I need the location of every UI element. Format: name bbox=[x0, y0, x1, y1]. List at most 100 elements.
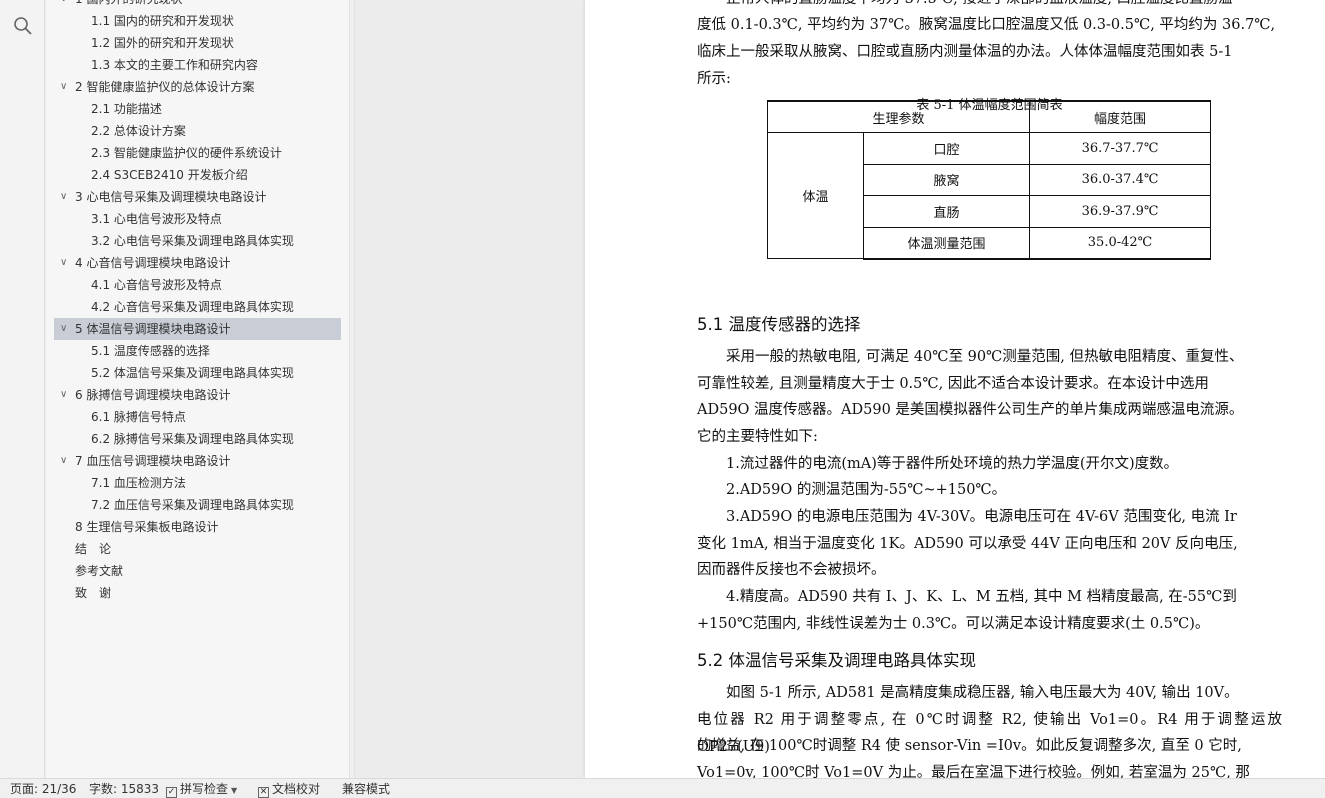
nav-item[interactable]: ∨ 3 心电信号采集及调理模块电路设计 bbox=[54, 186, 341, 208]
nav-item-label: 7.1 血压检测方法 bbox=[91, 476, 186, 490]
nav-item[interactable]: 5.2 体温信号采集及调理电路具体实现 bbox=[54, 362, 341, 384]
nav-item-label: 8 生理信号采集板电路设计 bbox=[75, 520, 219, 534]
nav-item[interactable]: 3.2 心电信号采集及调理电路具体实现 bbox=[54, 230, 341, 252]
nav-item-label: 2.3 智能健康监护仪的硬件系统设计 bbox=[91, 146, 282, 160]
nav-item-label: 7.2 血压信号采集及调理电路具体实现 bbox=[91, 498, 294, 512]
nav-item[interactable]: 6.1 脉搏信号特点 bbox=[54, 406, 341, 428]
nav-item[interactable]: 2.2 总体设计方案 bbox=[54, 120, 341, 142]
chevron-down-icon[interactable]: ∨ bbox=[60, 252, 72, 274]
nav-item-label: 5.1 温度传感器的选择 bbox=[91, 344, 210, 358]
heading-5-2: 5.2 体温信号采集及调理电路具体实现 bbox=[697, 651, 976, 670]
nav-item-label: 1.1 国内的研究和开发现状 bbox=[91, 14, 234, 28]
chevron-down-icon[interactable]: ∨ bbox=[60, 384, 72, 406]
temperature-table: 生理参数 幅度范围 体温 口腔 36.7-37.7℃ 腋窝 36.0-37.4℃… bbox=[767, 100, 1211, 260]
chevron-down-icon[interactable]: ∨ bbox=[60, 318, 72, 340]
table-cell-range: 35.0-42℃ bbox=[1029, 226, 1211, 260]
chevron-down-icon[interactable]: ∨ bbox=[60, 0, 72, 10]
chevron-down-icon[interactable]: ∨ bbox=[60, 450, 72, 472]
nav-item[interactable]: ∨ 6 脉搏信号调理模块电路设计 bbox=[54, 384, 341, 406]
nav-item[interactable]: 7.2 血压信号采集及调理电路具体实现 bbox=[54, 494, 341, 516]
para-5-1-line-4: 它的主要特性如下: bbox=[697, 429, 818, 445]
pane-splitter[interactable] bbox=[349, 0, 355, 778]
nav-item[interactable]: ∨1 国内外的研究现状 bbox=[54, 0, 341, 10]
nav-item[interactable]: 7.1 血压检测方法 bbox=[54, 472, 341, 494]
nav-item-label: 6.1 脉搏信号特点 bbox=[91, 410, 186, 424]
proofread-icon: ✕ bbox=[258, 787, 269, 798]
nav-item-label: 5.2 体温信号采集及调理电路具体实现 bbox=[91, 366, 294, 380]
table-cell-range: 36.0-37.4℃ bbox=[1029, 163, 1211, 196]
nav-item-label: 致 谢 bbox=[75, 586, 112, 600]
nav-item[interactable]: 结 论 bbox=[54, 538, 341, 560]
nav-item-label: 1.2 国外的研究和开发现状 bbox=[91, 36, 234, 50]
para-5-1-line-3: AD59O 温度传感器。AD590 是美国模拟器件公司生产的单片集成两端感温电流… bbox=[697, 402, 1244, 418]
list-item-2: 2.AD59O 的测温范围为-55℃~+150℃。 bbox=[726, 482, 1007, 498]
nav-item[interactable]: 2.3 智能健康监护仪的硬件系统设计 bbox=[54, 142, 341, 164]
table-header-row: 生理参数 幅度范围 bbox=[767, 100, 1211, 133]
word-count[interactable]: 字数: 15833 bbox=[89, 779, 159, 798]
list-item-4-line-2: +150℃范围内, 非线性误差为士 0.3℃。可以满足本设计精度要求(土 0.5… bbox=[697, 616, 1210, 632]
list-item-3-line-1: 3.AD59O 的电源电压范围为 4V-30V。电源电压可在 4V-6V 范围变… bbox=[726, 509, 1237, 525]
nav-item[interactable]: 4.1 心音信号波形及特点 bbox=[54, 274, 341, 296]
nav-item-label: 2 智能健康监护仪的总体设计方案 bbox=[75, 80, 255, 94]
para-5-2-line-4: Vo1=0v, 100℃时 Vo1=0V 为止。最后在室温下进行校验。例如, 若… bbox=[697, 765, 1250, 778]
intro-first-line: 正常人体的直肠温度平均为 37.5℃, 接近于深部的血液温度, 口腔温度比直肠温 bbox=[697, 0, 1282, 13]
intro-line-1: 度低 0.1-0.3℃, 平均约为 37℃。腋窝温度比口腔温度又低 0.3-0.… bbox=[697, 17, 1276, 33]
nav-item[interactable]: ∨ 4 心音信号调理模块电路设计 bbox=[54, 252, 341, 274]
nav-item[interactable]: 1.2 国外的研究和开发现状 bbox=[54, 32, 341, 54]
table-cell-param: 直肠 bbox=[863, 195, 1030, 228]
checkbox-icon: ✓ bbox=[166, 787, 177, 798]
nav-item[interactable]: 1.1 国内的研究和开发现状 bbox=[54, 10, 341, 32]
nav-item-label: 4.1 心音信号波形及特点 bbox=[91, 278, 222, 292]
nav-item[interactable]: 2.4 S3CEB2410 开发板介绍 bbox=[54, 164, 341, 186]
status-bar: 页面: 21/36 字数: 15833 ✓ 拼写检查 ▼ ✕ 文档校对 兼容模式 bbox=[0, 778, 1325, 798]
list-item-3-line-2: 变化 1mA, 相当于温度变化 1K。AD590 可以承受 44V 正向电压和 … bbox=[697, 536, 1238, 552]
document-background bbox=[356, 0, 585, 778]
nav-item-label: 3.2 心电信号采集及调理电路具体实现 bbox=[91, 234, 294, 248]
nav-item[interactable]: 8 生理信号采集板电路设计 bbox=[54, 516, 341, 538]
proofread-button[interactable]: ✕ 文档校对 bbox=[258, 779, 320, 798]
table-cell-param: 腋窝 bbox=[863, 163, 1030, 196]
nav-item[interactable]: 2.1 功能描述 bbox=[54, 98, 341, 120]
nav-item-label: 5 体温信号调理模块电路设计 bbox=[75, 322, 231, 336]
nav-item-label: 4 心音信号调理模块电路设计 bbox=[75, 256, 231, 270]
compat-mode-label: 兼容模式 bbox=[342, 782, 391, 796]
nav-item[interactable]: 5.1 温度传感器的选择 bbox=[54, 340, 341, 362]
list-item-4-line-1: 4.精度高。AD590 共有 I、J、K、L、M 五档, 其中 M 档精度最高,… bbox=[726, 589, 1237, 605]
nav-item-label: 4.2 心音信号采集及调理电路具体实现 bbox=[91, 300, 294, 314]
para-5-2-line-1: 如图 5-1 所示, AD581 是高精度集成稳压器, 输入电压最大为 40V,… bbox=[726, 685, 1239, 701]
document-page[interactable]: 正常人体的直肠温度平均为 37.5℃, 接近于深部的血液温度, 口腔温度比直肠温… bbox=[585, 0, 1325, 778]
table-group-cell: 体温 bbox=[767, 132, 864, 259]
table-row: 体温 口腔 36.7-37.7℃ bbox=[767, 132, 1211, 259]
nav-item-label: 3.1 心电信号波形及特点 bbox=[91, 212, 222, 226]
chevron-down-icon[interactable]: ∨ bbox=[60, 186, 72, 208]
nav-item-label: 1.3 本文的主要工作和研究内容 bbox=[91, 58, 258, 72]
nav-item[interactable]: 3.1 心电信号波形及特点 bbox=[54, 208, 341, 230]
search-icon[interactable] bbox=[13, 16, 33, 36]
table-header-param: 生理参数 bbox=[767, 100, 1030, 133]
list-item-1: 1.流过器件的电流(mA)等于器件所处环境的热力学温度(开尔文)度数。 bbox=[697, 451, 1282, 478]
table-cell-range: 36.9-37.9℃ bbox=[1029, 195, 1211, 228]
chevron-down-icon[interactable]: ∨ bbox=[60, 76, 72, 98]
para-5-1-line-2: 可靠性较差, 且测量精度大于士 0.5℃, 因此不适合本设计要求。在本设计中选用 bbox=[697, 376, 1209, 392]
nav-item[interactable]: 参考文献 bbox=[54, 560, 341, 582]
nav-item-label: 1 国内外的研究现状 bbox=[75, 0, 182, 6]
nav-item[interactable]: 6.2 脉搏信号采集及调理电路具体实现 bbox=[54, 428, 341, 450]
nav-item[interactable]: 4.2 心音信号采集及调理电路具体实现 bbox=[54, 296, 341, 318]
intro-line-3: 所示: bbox=[697, 71, 731, 87]
nav-item-label: 7 血压信号调理模块电路设计 bbox=[75, 454, 231, 468]
table-cell-param: 口腔 bbox=[863, 132, 1030, 165]
table-cell-range: 36.7-37.7℃ bbox=[1029, 132, 1211, 165]
proofread-label: 文档校对 bbox=[272, 782, 321, 796]
table-cell-param: 体温测量范围 bbox=[863, 226, 1030, 260]
page-count[interactable]: 页面: 21/36 bbox=[10, 779, 76, 798]
nav-item[interactable]: ∨ 2 智能健康监护仪的总体设计方案 bbox=[54, 76, 341, 98]
icon-rail bbox=[0, 0, 45, 778]
nav-item-label: 6.2 脉搏信号采集及调理电路具体实现 bbox=[91, 432, 294, 446]
list-item-3-line-3: 因而器件反接也不会被损坏。 bbox=[697, 562, 886, 578]
nav-item[interactable]: ∨ 7 血压信号调理模块电路设计 bbox=[54, 450, 341, 472]
nav-item[interactable]: 致 谢 bbox=[54, 582, 341, 604]
spell-check-toggle[interactable]: ✓ 拼写检查 ▼ bbox=[166, 779, 237, 798]
heading-5-1: 5.1 温度传感器的选择 bbox=[697, 315, 861, 334]
nav-item[interactable]: 1.3 本文的主要工作和研究内容 bbox=[54, 54, 341, 76]
nav-item[interactable]: ∨ 5 体温信号调理模块电路设计 bbox=[54, 318, 341, 340]
